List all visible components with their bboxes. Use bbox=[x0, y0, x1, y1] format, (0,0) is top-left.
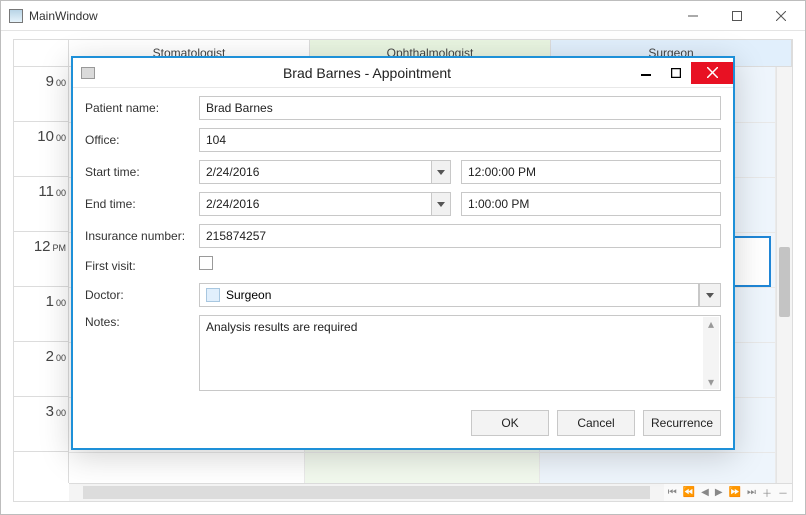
time-ruler: 900 1000 1100 12PM 100 200 300 bbox=[14, 67, 69, 483]
dialog-icon bbox=[81, 67, 95, 79]
app-icon bbox=[9, 9, 23, 23]
appointment-dialog: Brad Barnes - Appointment Patient name: … bbox=[71, 56, 735, 450]
scroll-up-icon[interactable]: ▴ bbox=[703, 317, 719, 331]
doctor-select[interactable]: Surgeon bbox=[199, 283, 699, 307]
doctor-label: Doctor: bbox=[85, 288, 199, 302]
patient-input[interactable] bbox=[199, 96, 721, 120]
nav-next-icon[interactable]: ▶ bbox=[715, 487, 723, 498]
dialog-titlebar[interactable]: Brad Barnes - Appointment bbox=[73, 58, 733, 88]
scrollbar-thumb[interactable] bbox=[779, 247, 790, 317]
scheduler-footer: ⏮ ⏪ ◀ ▶ ⏩ ⏭ ＋ － bbox=[69, 483, 792, 501]
nav-first-icon[interactable]: ⏮ bbox=[668, 487, 677, 498]
start-date-input[interactable] bbox=[199, 160, 431, 184]
dialog-button-row: OK Cancel Recurrence bbox=[471, 410, 721, 436]
office-input[interactable] bbox=[199, 128, 721, 152]
end-date-dropdown[interactable] bbox=[431, 192, 451, 216]
office-label: Office: bbox=[85, 133, 199, 147]
nav-prev-page-icon[interactable]: ⏪ bbox=[683, 487, 695, 498]
notes-label: Notes: bbox=[85, 315, 199, 329]
doctor-color-swatch bbox=[206, 288, 220, 302]
dialog-maximize-button[interactable] bbox=[661, 62, 691, 84]
doctor-value: Surgeon bbox=[226, 288, 271, 302]
end-date-input[interactable] bbox=[199, 192, 431, 216]
first-visit-checkbox[interactable] bbox=[199, 256, 213, 270]
scrollbar-thumb[interactable] bbox=[83, 486, 650, 499]
close-button[interactable] bbox=[759, 2, 803, 30]
notes-input[interactable]: Analysis results are required ▴ ▾ bbox=[199, 315, 721, 391]
start-date-dropdown[interactable] bbox=[431, 160, 451, 184]
end-time-input[interactable] bbox=[461, 192, 721, 216]
doctor-dropdown[interactable] bbox=[699, 283, 721, 307]
minimize-button[interactable] bbox=[671, 2, 715, 30]
header-corner bbox=[14, 40, 69, 66]
dialog-title: Brad Barnes - Appointment bbox=[103, 65, 631, 81]
scroll-down-icon[interactable]: ▾ bbox=[703, 375, 719, 389]
zoom-out-icon[interactable]: － bbox=[778, 485, 788, 500]
date-navigator: ⏮ ⏪ ◀ ▶ ⏩ ⏭ ＋ － bbox=[664, 485, 792, 500]
first-visit-label: First visit: bbox=[85, 259, 199, 273]
vertical-scrollbar[interactable] bbox=[776, 67, 792, 483]
recurrence-button[interactable]: Recurrence bbox=[643, 410, 721, 436]
zoom-in-icon[interactable]: ＋ bbox=[762, 485, 772, 500]
dialog-close-button[interactable] bbox=[691, 62, 733, 84]
end-label: End time: bbox=[85, 197, 199, 211]
nav-last-icon[interactable]: ⏭ bbox=[747, 487, 756, 498]
start-label: Start time: bbox=[85, 165, 199, 179]
nav-next-page-icon[interactable]: ⏩ bbox=[729, 487, 741, 498]
maximize-button[interactable] bbox=[715, 2, 759, 30]
horizontal-scrollbar[interactable] bbox=[69, 484, 664, 501]
main-titlebar: MainWindow bbox=[1, 1, 805, 31]
insurance-label: Insurance number: bbox=[85, 229, 199, 243]
notes-scrollbar[interactable]: ▴ ▾ bbox=[703, 317, 719, 389]
window-title: MainWindow bbox=[29, 9, 98, 23]
ok-button[interactable]: OK bbox=[471, 410, 549, 436]
dialog-body: Patient name: Office: Start time: En bbox=[85, 96, 721, 436]
nav-prev-icon[interactable]: ◀ bbox=[701, 487, 709, 498]
cancel-button[interactable]: Cancel bbox=[557, 410, 635, 436]
insurance-input[interactable] bbox=[199, 224, 721, 248]
start-time-input[interactable] bbox=[461, 160, 721, 184]
main-window: MainWindow Stomatologist Ophthalmologist… bbox=[0, 0, 806, 515]
dialog-minimize-button[interactable] bbox=[631, 62, 661, 84]
patient-label: Patient name: bbox=[85, 101, 199, 115]
